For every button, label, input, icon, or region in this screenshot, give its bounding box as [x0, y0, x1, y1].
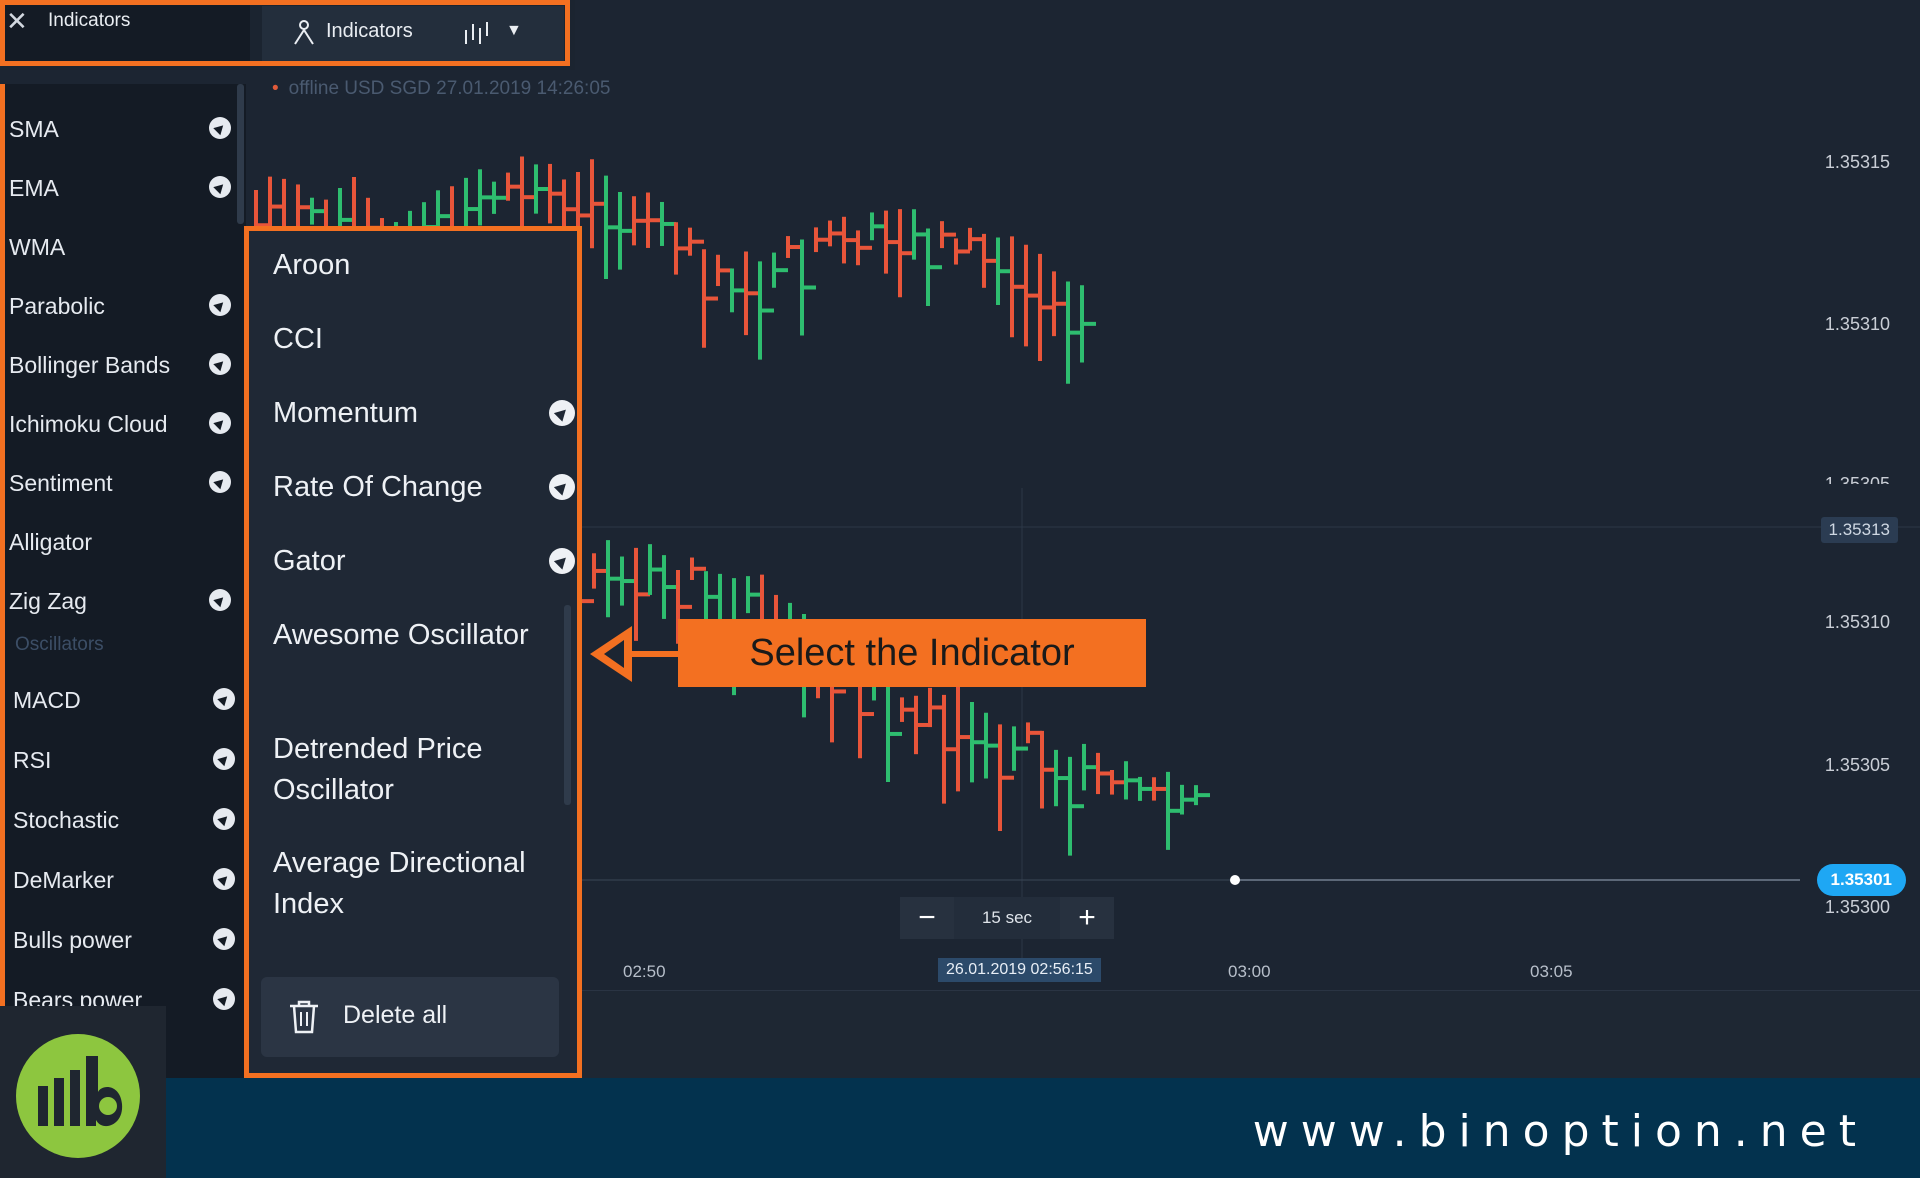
- indicators-sidebar: SMA EMA WMA Parabolic Bollinger Bands Ichimok…: [0, 84, 246, 1080]
- sidebar-item-label: Sentiment: [9, 469, 113, 496]
- delete-all-button[interactable]: Delete all: [261, 977, 559, 1057]
- connection-status: • offline USD SGD 27.01.2019 14:26:05: [272, 78, 610, 100]
- highlight-top-frame: [0, 0, 570, 66]
- current-price-badge: 1.35301: [1816, 864, 1906, 896]
- brand-logo: [0, 1006, 166, 1178]
- sidebar-item-ichimoku-cloud[interactable]: Ichimoku Cloud: [9, 399, 241, 449]
- sidebar-item-label: RSI: [13, 746, 52, 773]
- settings-arrow-icon[interactable]: [209, 176, 231, 198]
- dropdown-item-aroon[interactable]: Aroon: [273, 245, 573, 286]
- dropdown-item-detrended-price-oscillator[interactable]: Detrended Price Oscillator: [273, 729, 573, 811]
- settings-arrow-icon[interactable]: [209, 117, 231, 139]
- settings-arrow-icon[interactable]: [213, 688, 235, 710]
- dropdown-item-rate-of-change[interactable]: Rate Of Change: [273, 467, 575, 508]
- sidebar-item-bulls-power[interactable]: Bulls power: [13, 915, 245, 965]
- settings-arrow-icon[interactable]: [213, 988, 235, 1010]
- dropdown-item-label: Average Directional Index: [273, 847, 526, 920]
- sidebar-item-label: EMA: [9, 174, 59, 201]
- zoom-in-button[interactable]: +: [1060, 897, 1114, 939]
- dropdown-item-label: Rate Of Change: [273, 471, 483, 503]
- settings-arrow-icon[interactable]: [213, 868, 235, 890]
- crosshair-time-badge: 26.01.2019 02:56:15: [938, 958, 1101, 982]
- sidebar-item-rsi[interactable]: RSI: [13, 735, 245, 785]
- dropdown-item-cci[interactable]: CCI: [273, 319, 573, 360]
- dropdown-item-label: Detrended Price Oscillator: [273, 733, 483, 806]
- status-dot-icon: •: [272, 78, 279, 99]
- price-tick: 1.35310: [1824, 314, 1890, 334]
- sidebar-item-stochastic[interactable]: Stochastic: [13, 795, 245, 845]
- price-tick: 1.35310: [1824, 612, 1890, 632]
- sidebar-item-demarker[interactable]: DeMarker: [13, 855, 245, 905]
- status-text: offline USD SGD 27.01.2019 14:26:05: [288, 78, 611, 99]
- settings-arrow-icon[interactable]: [209, 294, 231, 316]
- time-tick: 02:50: [623, 962, 666, 981]
- settings-arrow-icon[interactable]: [209, 471, 231, 493]
- sidebar-item-alligator[interactable]: Alligator: [9, 517, 241, 567]
- sidebar-item-ema[interactable]: EMA: [9, 163, 241, 213]
- sidebar-item-bollinger-bands[interactable]: Bollinger Bands: [9, 340, 241, 390]
- dropdown-item-label: Aroon: [273, 249, 351, 281]
- price-tick: 1.35305: [1824, 755, 1890, 775]
- dropdown-item-gator[interactable]: Gator: [273, 541, 575, 582]
- footer-banner: www.binoption.net: [0, 1078, 1920, 1178]
- settings-arrow-icon[interactable]: [213, 748, 235, 770]
- settings-arrow-icon[interactable]: [549, 548, 575, 574]
- timeframe-value: 15 sec: [981, 908, 1033, 927]
- sidebar-item-sma[interactable]: SMA: [9, 104, 241, 154]
- sidebar-item-sentiment[interactable]: Sentiment: [9, 458, 241, 508]
- callout-arrow-icon: [590, 626, 682, 682]
- sidebar-item-label: MACD: [13, 686, 81, 713]
- delete-all-label: Delete all: [343, 1001, 448, 1029]
- sidebar-item-wma[interactable]: WMA: [9, 222, 241, 272]
- trash-icon: [287, 999, 321, 1040]
- sidebar-item-label: Parabolic: [9, 292, 105, 319]
- sidebar-item-label: Bulls power: [13, 926, 132, 953]
- sidebar-item-label: Alligator: [9, 528, 93, 555]
- settings-arrow-icon[interactable]: [209, 412, 231, 434]
- settings-arrow-icon[interactable]: [549, 400, 575, 426]
- dropdown-item-label: Awesome Oscillator: [273, 619, 529, 651]
- time-tick: 03:00: [1228, 962, 1271, 981]
- crosshair-price-badge: 1.35313: [1820, 517, 1898, 543]
- price-tick: 1.35300: [1824, 897, 1890, 917]
- settings-arrow-icon[interactable]: [209, 589, 231, 611]
- dropdown-item-momentum[interactable]: Momentum: [273, 393, 575, 434]
- sidebar-item-macd[interactable]: MACD: [13, 675, 245, 725]
- sidebar-item-label: Bollinger Bands: [9, 351, 171, 378]
- logo-circle-icon: [16, 1034, 140, 1158]
- sidebar-section-oscillators: Oscillators: [15, 634, 104, 655]
- settings-arrow-icon[interactable]: [213, 928, 235, 950]
- dropdown-item-label: CCI: [273, 323, 323, 355]
- sidebar-item-label: DeMarker: [13, 866, 114, 893]
- settings-arrow-icon[interactable]: [213, 808, 235, 830]
- zoom-out-button[interactable]: −: [900, 897, 954, 939]
- sidebar-item-label: Ichimoku Cloud: [9, 410, 168, 437]
- price-tick-partial: 1.35305: [1824, 474, 1890, 484]
- sidebar-item-label: Zig Zag: [9, 587, 87, 614]
- sidebar-item-label: WMA: [9, 233, 66, 260]
- sidebar-item-label: Stochastic: [13, 806, 120, 833]
- sidebar-item-parabolic[interactable]: Parabolic: [9, 281, 241, 331]
- oscillators-dropdown: Delete all Aroon CCI Momentum Rate Of Chang…: [244, 226, 582, 1078]
- dropdown-item-label: Gator: [273, 545, 346, 577]
- dropdown-item-awesome-oscillator[interactable]: Awesome Oscillator: [273, 615, 573, 656]
- current-price-dot: [1230, 875, 1240, 885]
- timeframe-zoom-control: − 15 sec +: [900, 897, 1114, 939]
- sidebar-item-label: SMA: [9, 115, 59, 142]
- instruction-callout: Select the Indicator: [678, 619, 1146, 687]
- footer-url: www.binoption.net: [1252, 1106, 1868, 1157]
- price-tick: 1.35315: [1824, 152, 1890, 172]
- settings-arrow-icon[interactable]: [209, 353, 231, 375]
- time-tick: 03:05: [1530, 962, 1573, 981]
- settings-arrow-icon[interactable]: [549, 474, 575, 500]
- dropdown-item-average-directional-index[interactable]: Average Directional Index: [273, 843, 573, 925]
- sidebar-item-zig-zag[interactable]: Zig Zag: [9, 576, 241, 626]
- dropdown-item-label: Momentum: [273, 397, 419, 429]
